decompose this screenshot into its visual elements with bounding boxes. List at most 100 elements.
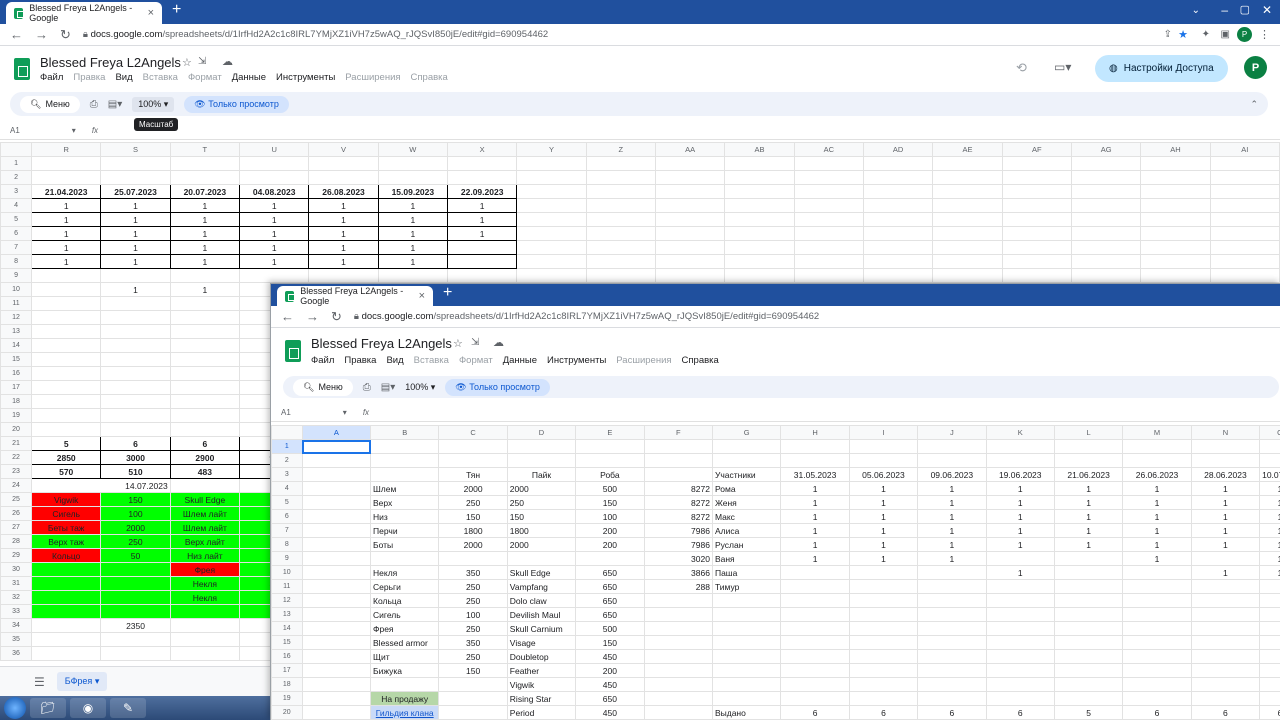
grid-cell[interactable]: 5 (1053, 705, 1124, 720)
grid-cell[interactable]: 1800 (506, 523, 577, 538)
grid-cell[interactable]: 1 (100, 254, 171, 269)
grid-cell[interactable]: 2000 (438, 537, 508, 552)
row-header[interactable]: 7 (0, 240, 33, 255)
grid-cell[interactable] (100, 366, 171, 381)
grid-cell[interactable] (1209, 156, 1280, 171)
grid-cell[interactable]: Шлем лайт (169, 520, 241, 535)
grid-cell[interactable] (643, 635, 713, 650)
grid-cell[interactable] (1001, 268, 1072, 283)
grid-cell[interactable] (1209, 212, 1280, 227)
grid-cell[interactable]: 1 (1190, 565, 1261, 580)
grid-cell[interactable]: Vampfang (506, 579, 577, 594)
grid-cell[interactable]: 1 (848, 551, 919, 566)
grid-cell[interactable] (711, 593, 782, 608)
row-header[interactable]: 11 (271, 579, 303, 594)
format-icon[interactable]: ▤▾ (381, 382, 395, 393)
grid-cell[interactable]: 1 (1122, 537, 1192, 552)
grid-cell[interactable] (239, 268, 310, 283)
grid-cell[interactable] (1209, 240, 1280, 255)
grid-cell[interactable] (793, 226, 864, 241)
row-header[interactable]: 14 (271, 621, 303, 636)
grid-cell[interactable]: 6 (1122, 705, 1192, 720)
grid-cell[interactable]: 6 (917, 705, 987, 720)
grid-cell[interactable]: Vigwik (31, 492, 102, 507)
grid-cell[interactable] (1140, 156, 1211, 171)
grid-cell[interactable]: 1 (1122, 481, 1192, 496)
grid-cell[interactable] (1070, 170, 1142, 185)
grid-cell[interactable] (1259, 677, 1280, 692)
grid-cell[interactable]: 250 (438, 495, 508, 510)
grid-cell[interactable]: 1 (1053, 481, 1124, 496)
row-header[interactable]: 8 (0, 254, 33, 269)
grid-cell[interactable] (1053, 439, 1124, 454)
grid-cell[interactable]: Боты (370, 537, 440, 552)
row-header[interactable]: 33 (0, 604, 33, 619)
grid-cell[interactable] (917, 565, 987, 580)
column-header[interactable]: F (643, 425, 713, 440)
grid-cell[interactable]: Сигель (370, 607, 440, 622)
grid-cell[interactable]: 1 (1190, 495, 1261, 510)
grid-cell[interactable] (169, 352, 241, 367)
row-header[interactable]: 36 (0, 646, 33, 661)
grid-cell[interactable] (780, 565, 850, 580)
grid-cell[interactable]: Feather (506, 663, 577, 678)
grid-cell[interactable] (643, 705, 713, 720)
grid-cell[interactable]: 6 (1259, 705, 1280, 720)
grid-cell[interactable] (100, 268, 171, 283)
grid-cell[interactable]: Skull Edge (169, 492, 241, 507)
grid-cell[interactable] (1053, 663, 1124, 678)
grid-cell[interactable]: 1 (1053, 495, 1124, 510)
grid-cell[interactable] (301, 607, 372, 622)
grid-cell[interactable]: 2000 (100, 520, 171, 535)
menu-item-0[interactable]: Файл (40, 72, 63, 83)
grid-cell[interactable]: 1 (31, 226, 102, 241)
grid-cell[interactable] (575, 439, 645, 454)
column-header[interactable]: O (1259, 425, 1280, 440)
grid-cell[interactable] (169, 632, 241, 647)
grid-cell[interactable] (793, 198, 864, 213)
grid-cell[interactable] (985, 663, 1055, 678)
grid-cell[interactable] (932, 184, 1003, 199)
row-header[interactable]: 13 (0, 324, 33, 339)
row-header[interactable]: 14 (0, 338, 33, 353)
row-header[interactable]: 25 (0, 492, 33, 507)
grid-cell[interactable] (516, 170, 587, 185)
row-header[interactable]: 23 (0, 464, 33, 479)
grid-cell[interactable] (1053, 607, 1124, 622)
grid-cell[interactable] (917, 677, 987, 692)
grid-cell[interactable] (516, 198, 587, 213)
menu-item-2[interactable]: Вид (386, 355, 403, 366)
grid-cell[interactable] (793, 170, 864, 185)
grid-cell[interactable]: Паша (711, 565, 782, 580)
move-icon[interactable]: ⇲ (471, 337, 479, 348)
grid-cell[interactable] (31, 324, 102, 339)
column-header[interactable]: H (780, 425, 850, 440)
menu-item-4[interactable]: Формат (188, 72, 222, 83)
grid-cell[interactable]: Шлем лайт (169, 506, 241, 521)
grid-cell[interactable] (985, 579, 1055, 594)
grid-cell[interactable] (848, 593, 919, 608)
grid-cell[interactable]: Гильдия клана (370, 705, 440, 720)
grid-cell[interactable] (932, 212, 1003, 227)
column-header[interactable]: AI (1209, 142, 1280, 157)
grid-cell[interactable]: Алиса (711, 523, 782, 538)
menu-item-3[interactable]: Вставка (414, 355, 449, 366)
front-sheet-grid[interactable]: ABCDEFGHIJKLMNO123ТянПайкРобаУчастники31… (271, 425, 1280, 720)
column-header[interactable]: I (848, 425, 919, 440)
row-header[interactable]: 20 (271, 705, 303, 720)
view-only-badge[interactable]: 👁︎ Только просмотр (184, 95, 289, 113)
grid-cell[interactable] (1053, 649, 1124, 664)
grid-cell[interactable] (1209, 170, 1280, 185)
grid-cell[interactable]: 1 (169, 198, 241, 213)
grid-cell[interactable] (724, 198, 795, 213)
grid-cell[interactable]: 650 (575, 607, 645, 622)
grid-cell[interactable] (1190, 579, 1261, 594)
grid-cell[interactable] (780, 621, 850, 636)
row-header[interactable]: 10 (0, 282, 33, 297)
grid-cell[interactable]: 1 (780, 551, 850, 566)
grid-cell[interactable] (917, 691, 987, 706)
grid-cell[interactable] (370, 467, 440, 482)
grid-cell[interactable] (301, 551, 372, 566)
grid-cell[interactable] (301, 495, 372, 510)
column-header[interactable]: E (575, 425, 645, 440)
